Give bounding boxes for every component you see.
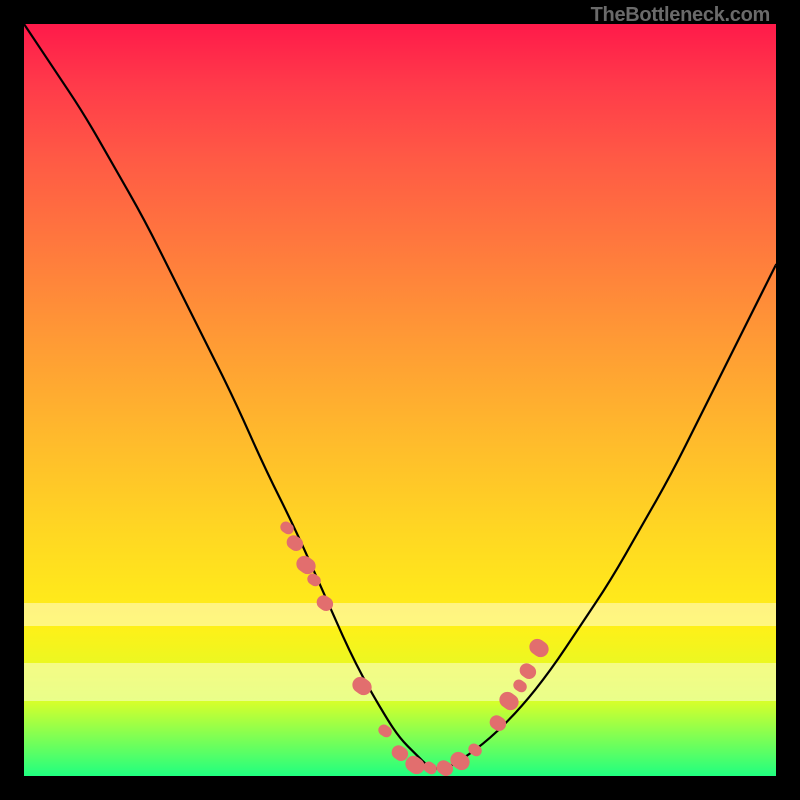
bottleneck-curve (24, 24, 776, 776)
curve-path (24, 24, 776, 768)
plot-area (24, 24, 776, 776)
chart-frame: TheBottleneck.com (0, 0, 800, 800)
